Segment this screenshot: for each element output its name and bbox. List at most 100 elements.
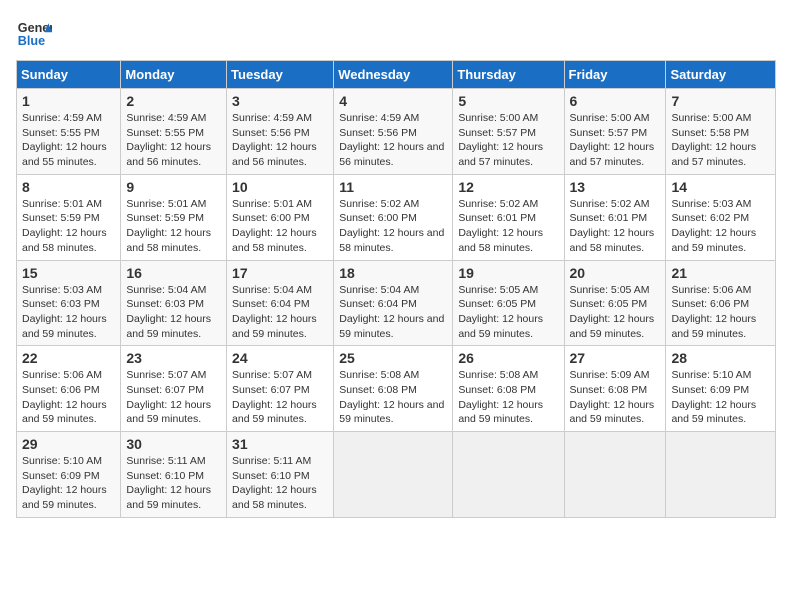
header-cell-tuesday: Tuesday [227,61,334,89]
calendar-cell [666,432,776,518]
calendar-cell: 5Sunrise: 5:00 AM Sunset: 5:57 PM Daylig… [453,89,564,175]
day-number: 1 [22,93,115,109]
day-number: 9 [126,179,221,195]
header-cell-wednesday: Wednesday [334,61,453,89]
day-info: Sunrise: 5:01 AM Sunset: 6:00 PM Dayligh… [232,197,328,256]
day-info: Sunrise: 5:10 AM Sunset: 6:09 PM Dayligh… [22,454,115,513]
calendar-cell: 27 Sunrise: 5:09 AM Sunset: 6:08 PM Dayli… [564,346,666,432]
day-info: Sunrise: 5:05 AM Sunset: 6:05 PM Dayligh… [570,283,661,342]
calendar-cell [564,432,666,518]
day-info: Sunrise: 5:06 AM Sunset: 6:06 PM Dayligh… [671,283,770,342]
day-info: Sunrise: 4:59 AM Sunset: 5:56 PM Dayligh… [339,111,447,170]
day-info: Sunrise: 5:04 AM Sunset: 6:04 PM Dayligh… [339,283,447,342]
day-number: 25 [339,350,447,366]
calendar-cell: 12 Sunrise: 5:02 AM Sunset: 6:01 PM Dayli… [453,174,564,260]
day-info: Sunrise: 5:05 AM Sunset: 6:05 PM Dayligh… [458,283,558,342]
day-number: 11 [339,179,447,195]
day-number: 7 [671,93,770,109]
calendar-week-2: 8 Sunrise: 5:01 AM Sunset: 5:59 PM Daylig… [17,174,776,260]
day-number: 4 [339,93,447,109]
calendar-cell: 19 Sunrise: 5:05 AM Sunset: 6:05 PM Dayli… [453,260,564,346]
day-info: Sunrise: 5:08 AM Sunset: 6:08 PM Dayligh… [339,368,447,427]
day-number: 8 [22,179,115,195]
calendar-cell: 18 Sunrise: 5:04 AM Sunset: 6:04 PM Dayli… [334,260,453,346]
day-info: Sunrise: 5:01 AM Sunset: 5:59 PM Dayligh… [126,197,221,256]
day-number: 29 [22,436,115,452]
day-number: 28 [671,350,770,366]
logo-icon: General Blue [16,16,52,52]
day-number: 2 [126,93,221,109]
header-cell-friday: Friday [564,61,666,89]
day-info: Sunrise: 5:00 AM Sunset: 5:58 PM Dayligh… [671,111,770,170]
day-info: Sunrise: 5:04 AM Sunset: 6:03 PM Dayligh… [126,283,221,342]
day-info: Sunrise: 5:04 AM Sunset: 6:04 PM Dayligh… [232,283,328,342]
day-info: Sunrise: 5:08 AM Sunset: 6:08 PM Dayligh… [458,368,558,427]
day-number: 21 [671,265,770,281]
calendar-week-5: 29 Sunrise: 5:10 AM Sunset: 6:09 PM Dayli… [17,432,776,518]
calendar-cell: 22Sunrise: 5:06 AM Sunset: 6:06 PM Dayli… [17,346,121,432]
day-number: 27 [570,350,661,366]
day-info: Sunrise: 4:59 AM Sunset: 5:55 PM Dayligh… [22,111,115,170]
day-number: 10 [232,179,328,195]
calendar-cell: 13 Sunrise: 5:02 AM Sunset: 6:01 PM Dayli… [564,174,666,260]
day-number: 22 [22,350,115,366]
day-number: 20 [570,265,661,281]
calendar-cell: 9 Sunrise: 5:01 AM Sunset: 5:59 PM Daylig… [121,174,227,260]
calendar-cell: 31 Sunrise: 5:11 AM Sunset: 6:10 PM Dayli… [227,432,334,518]
day-number: 19 [458,265,558,281]
day-info: Sunrise: 5:11 AM Sunset: 6:10 PM Dayligh… [126,454,221,513]
calendar-cell: 1 Sunrise: 4:59 AM Sunset: 5:55 PM Daylig… [17,89,121,175]
calendar-cell: 11Sunrise: 5:02 AM Sunset: 6:00 PM Dayli… [334,174,453,260]
day-info: Sunrise: 5:07 AM Sunset: 6:07 PM Dayligh… [126,368,221,427]
calendar-week-3: 15Sunrise: 5:03 AM Sunset: 6:03 PM Dayli… [17,260,776,346]
day-number: 17 [232,265,328,281]
calendar-cell [453,432,564,518]
day-number: 18 [339,265,447,281]
logo: General Blue [16,16,52,52]
day-info: Sunrise: 5:09 AM Sunset: 6:08 PM Dayligh… [570,368,661,427]
calendar-table: SundayMondayTuesdayWednesdayThursdayFrid… [16,60,776,518]
day-info: Sunrise: 5:10 AM Sunset: 6:09 PM Dayligh… [671,368,770,427]
day-info: Sunrise: 4:59 AM Sunset: 5:56 PM Dayligh… [232,111,328,170]
day-number: 15 [22,265,115,281]
day-number: 13 [570,179,661,195]
calendar-cell: 7 Sunrise: 5:00 AM Sunset: 5:58 PM Daylig… [666,89,776,175]
day-number: 26 [458,350,558,366]
calendar-cell: 8 Sunrise: 5:01 AM Sunset: 5:59 PM Daylig… [17,174,121,260]
day-info: Sunrise: 5:02 AM Sunset: 6:01 PM Dayligh… [458,197,558,256]
calendar-week-1: 1 Sunrise: 4:59 AM Sunset: 5:55 PM Daylig… [17,89,776,175]
day-info: Sunrise: 4:59 AM Sunset: 5:55 PM Dayligh… [126,111,221,170]
day-info: Sunrise: 5:01 AM Sunset: 5:59 PM Dayligh… [22,197,115,256]
header-cell-monday: Monday [121,61,227,89]
day-number: 16 [126,265,221,281]
header-cell-saturday: Saturday [666,61,776,89]
calendar-cell [334,432,453,518]
day-number: 12 [458,179,558,195]
header-row: SundayMondayTuesdayWednesdayThursdayFrid… [17,61,776,89]
calendar-cell: 26 Sunrise: 5:08 AM Sunset: 6:08 PM Dayli… [453,346,564,432]
day-number: 14 [671,179,770,195]
calendar-cell: 6Sunrise: 5:00 AM Sunset: 5:57 PM Daylig… [564,89,666,175]
calendar-cell: 4 Sunrise: 4:59 AM Sunset: 5:56 PM Daylig… [334,89,453,175]
day-info: Sunrise: 5:03 AM Sunset: 6:02 PM Dayligh… [671,197,770,256]
calendar-cell: 28 Sunrise: 5:10 AM Sunset: 6:09 PM Dayli… [666,346,776,432]
day-info: Sunrise: 5:00 AM Sunset: 5:57 PM Dayligh… [458,111,558,170]
calendar-cell: 24Sunrise: 5:07 AM Sunset: 6:07 PM Dayli… [227,346,334,432]
calendar-cell: 10 Sunrise: 5:01 AM Sunset: 6:00 PM Dayli… [227,174,334,260]
day-number: 31 [232,436,328,452]
calendar-cell: 2 Sunrise: 4:59 AM Sunset: 5:55 PM Daylig… [121,89,227,175]
calendar-cell: 20 Sunrise: 5:05 AM Sunset: 6:05 PM Dayli… [564,260,666,346]
header-cell-thursday: Thursday [453,61,564,89]
day-info: Sunrise: 5:11 AM Sunset: 6:10 PM Dayligh… [232,454,328,513]
day-info: Sunrise: 5:02 AM Sunset: 6:01 PM Dayligh… [570,197,661,256]
header: General Blue [16,16,776,52]
calendar-cell: 16 Sunrise: 5:04 AM Sunset: 6:03 PM Dayli… [121,260,227,346]
svg-text:Blue: Blue [18,34,45,48]
calendar-cell: 23Sunrise: 5:07 AM Sunset: 6:07 PM Dayli… [121,346,227,432]
calendar-cell: 30Sunrise: 5:11 AM Sunset: 6:10 PM Dayli… [121,432,227,518]
header-cell-sunday: Sunday [17,61,121,89]
day-number: 6 [570,93,661,109]
calendar-cell: 17 Sunrise: 5:04 AM Sunset: 6:04 PM Dayli… [227,260,334,346]
day-number: 24 [232,350,328,366]
day-number: 3 [232,93,328,109]
